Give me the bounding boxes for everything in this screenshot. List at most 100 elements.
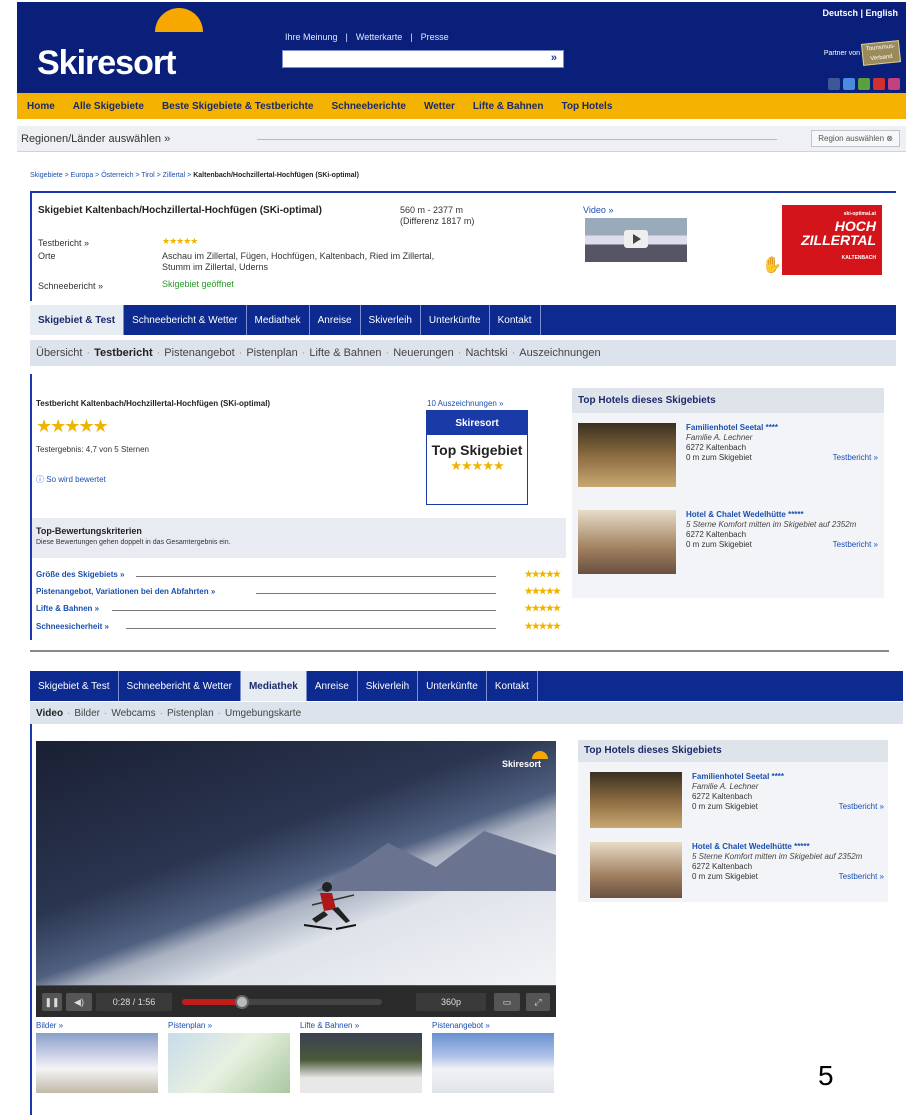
thumb-image[interactable] [300, 1033, 422, 1093]
tab-unterkuenfte[interactable]: Unterkünfte [421, 305, 490, 335]
search-input[interactable]: » [282, 50, 564, 68]
link-meinung[interactable]: Ihre Meinung [285, 32, 338, 42]
thumb-image[interactable] [36, 1033, 158, 1093]
subnav-pistenplan[interactable]: Pistenplan [246, 347, 297, 359]
testbericht-link[interactable]: Testbericht » [38, 238, 89, 248]
nav-lifte[interactable]: Lifte & Bahnen [473, 101, 544, 112]
nav-home[interactable]: Home [27, 101, 55, 112]
video-player[interactable]: Skiresort ❚❚ ◀) 0:28 / 1:56 360p ▭ ⤢ [36, 741, 556, 1017]
thumb-pistenplan[interactable]: Pistenplan » [168, 1021, 290, 1093]
nav-beste-skigebiete[interactable]: Beste Skigebiete & Testberichte [162, 101, 314, 112]
video-thumbnail[interactable] [585, 218, 687, 262]
hotel-image[interactable] [578, 423, 676, 487]
subnav-neuerungen[interactable]: Neuerungen [393, 347, 454, 359]
criteria-row[interactable]: Lifte & Bahnen » ★★★★★ [36, 603, 566, 613]
thumb-label[interactable]: Bilder » [36, 1021, 158, 1030]
hotel-name[interactable]: Hotel & Chalet Wedelhütte ***** [692, 842, 810, 851]
rss-icon[interactable] [873, 78, 885, 90]
subnav-pistenplan[interactable]: Pistenplan [167, 708, 214, 719]
hotel-image[interactable] [578, 510, 676, 574]
subnav-testbericht[interactable]: Testbericht [94, 347, 152, 359]
hotel-test-link[interactable]: Testbericht » [833, 453, 878, 463]
quality-select[interactable]: 360p [416, 993, 486, 1011]
facebook-icon[interactable] [828, 78, 840, 90]
video-link[interactable]: Video » [583, 205, 613, 215]
thumb-label[interactable]: Pistenangebot » [432, 1021, 554, 1030]
tab-anreise[interactable]: Anreise [310, 305, 361, 335]
hotel-image[interactable] [590, 772, 682, 828]
hotel-name[interactable]: Hotel & Chalet Wedelhütte ***** [686, 510, 804, 519]
hotel-item[interactable]: Hotel & Chalet Wedelhütte ***** 5 Sterne… [578, 510, 878, 580]
hotel-image[interactable] [590, 842, 682, 898]
tab-skigebiet-test[interactable]: Skigebiet & Test [30, 671, 119, 701]
search-button[interactable]: » [551, 52, 557, 64]
share-icon[interactable] [888, 78, 900, 90]
progress-knob[interactable] [235, 995, 249, 1009]
thumb-image[interactable] [168, 1033, 290, 1093]
criteria-label[interactable]: Lifte & Bahnen » [36, 604, 99, 613]
thumb-label[interactable]: Lifte & Bahnen » [300, 1021, 422, 1030]
thumb-pistenangebot[interactable]: Pistenangebot » [432, 1021, 554, 1093]
tab-kontakt[interactable]: Kontakt [487, 671, 538, 701]
hotel-item[interactable]: Hotel & Chalet Wedelhütte ***** 5 Sterne… [584, 842, 884, 912]
volume-button[interactable]: ◀) [66, 993, 92, 1011]
criteria-row[interactable]: Schneesicherheit » ★★★★★ [36, 621, 566, 631]
tab-mediathek[interactable]: Mediathek [247, 305, 310, 335]
fullscreen-icon[interactable]: ⤢ [526, 993, 550, 1011]
criteria-row[interactable]: Pistenangebot, Variationen bei den Abfah… [36, 586, 566, 596]
hotel-test-link[interactable]: Testbericht » [839, 802, 884, 812]
awards-link[interactable]: 10 Auszeichnungen » [427, 399, 504, 408]
criteria-label[interactable]: Pistenangebot, Variationen bei den Abfah… [36, 587, 215, 596]
tab-kontakt[interactable]: Kontakt [490, 305, 541, 335]
partner-badge[interactable]: Tourismus-Verband [860, 40, 902, 66]
region-selector[interactable]: Regionen/Länder auswählen » [21, 133, 170, 145]
site-logo[interactable]: Skiresort [37, 44, 176, 83]
link-presse[interactable]: Presse [421, 32, 449, 42]
thumb-label[interactable]: Pistenplan » [168, 1021, 290, 1030]
breadcrumb-path[interactable]: Skigebiete > Europa > Österreich > Tirol… [30, 172, 193, 179]
nav-wetter[interactable]: Wetter [424, 101, 455, 112]
tab-skiverleih[interactable]: Skiverleih [361, 305, 421, 335]
nav-schneeberichte[interactable]: Schneeberichte [331, 101, 405, 112]
link-wetterkarte[interactable]: Wetterkarte [356, 32, 402, 42]
tab-skigebiet-test[interactable]: Skigebiet & Test [30, 305, 125, 335]
schneebericht-link[interactable]: Schneebericht » [38, 281, 103, 291]
hotel-test-link[interactable]: Testbericht » [839, 872, 884, 882]
twitter-icon[interactable] [843, 78, 855, 90]
subnav-lifte[interactable]: Lifte & Bahnen [309, 347, 381, 359]
criteria-label[interactable]: Schneesicherheit » [36, 622, 109, 631]
tab-skiverleih[interactable]: Skiverleih [358, 671, 419, 701]
progress-bar[interactable] [182, 995, 382, 1009]
subnav-bilder[interactable]: Bilder [74, 708, 100, 719]
tab-mediathek[interactable]: Mediathek [240, 671, 307, 701]
criteria-label[interactable]: Größe des Skigebiets » [36, 570, 124, 579]
hotel-name[interactable]: Familienhotel Seetal **** [692, 772, 784, 781]
tab-anreise[interactable]: Anreise [307, 671, 358, 701]
cinema-button[interactable]: ▭ [494, 993, 520, 1011]
google-plus-icon[interactable] [858, 78, 870, 90]
nav-alle-skigebiete[interactable]: Alle Skigebiete [73, 101, 144, 112]
tab-unterkuenfte[interactable]: Unterkünfte [418, 671, 487, 701]
hotel-item[interactable]: Familienhotel Seetal **** Familie A. Lec… [578, 423, 878, 493]
subnav-pistenangebot[interactable]: Pistenangebot [164, 347, 234, 359]
subnav-nachtski[interactable]: Nachtski [465, 347, 507, 359]
thumb-image[interactable] [432, 1033, 554, 1093]
subnav-umgebungskarte[interactable]: Umgebungskarte [225, 708, 301, 719]
criteria-row[interactable]: Größe des Skigebiets » ★★★★★ [36, 569, 566, 579]
subnav-auszeichnungen[interactable]: Auszeichnungen [519, 347, 600, 359]
subnav-webcams[interactable]: Webcams [111, 708, 155, 719]
pause-button[interactable]: ❚❚ [42, 993, 62, 1011]
hotel-test-link[interactable]: Testbericht » [833, 540, 878, 550]
nav-top-hotels[interactable]: Top Hotels [561, 101, 612, 112]
thumb-bilder[interactable]: Bilder » [36, 1021, 158, 1093]
thumb-lifte[interactable]: Lifte & Bahnen » [300, 1021, 422, 1093]
hochzillertal-ad[interactable]: ski-optimal.at HOCH ZILLERTAL KALTENBACH [782, 205, 882, 275]
video-frame[interactable]: Skiresort [36, 741, 556, 985]
hotel-item[interactable]: Familienhotel Seetal **** Familie A. Lec… [584, 772, 884, 842]
how-rated-link[interactable]: ⓘ So wird bewertet [36, 474, 106, 485]
tab-schneebericht-wetter[interactable]: Schneebericht & Wetter [124, 305, 247, 335]
subnav-video[interactable]: Video [36, 708, 63, 719]
language-switch[interactable]: Deutsch | English [822, 8, 898, 18]
hotel-name[interactable]: Familienhotel Seetal **** [686, 423, 778, 432]
region-button[interactable]: Region auswählen ⊗ [811, 130, 900, 147]
